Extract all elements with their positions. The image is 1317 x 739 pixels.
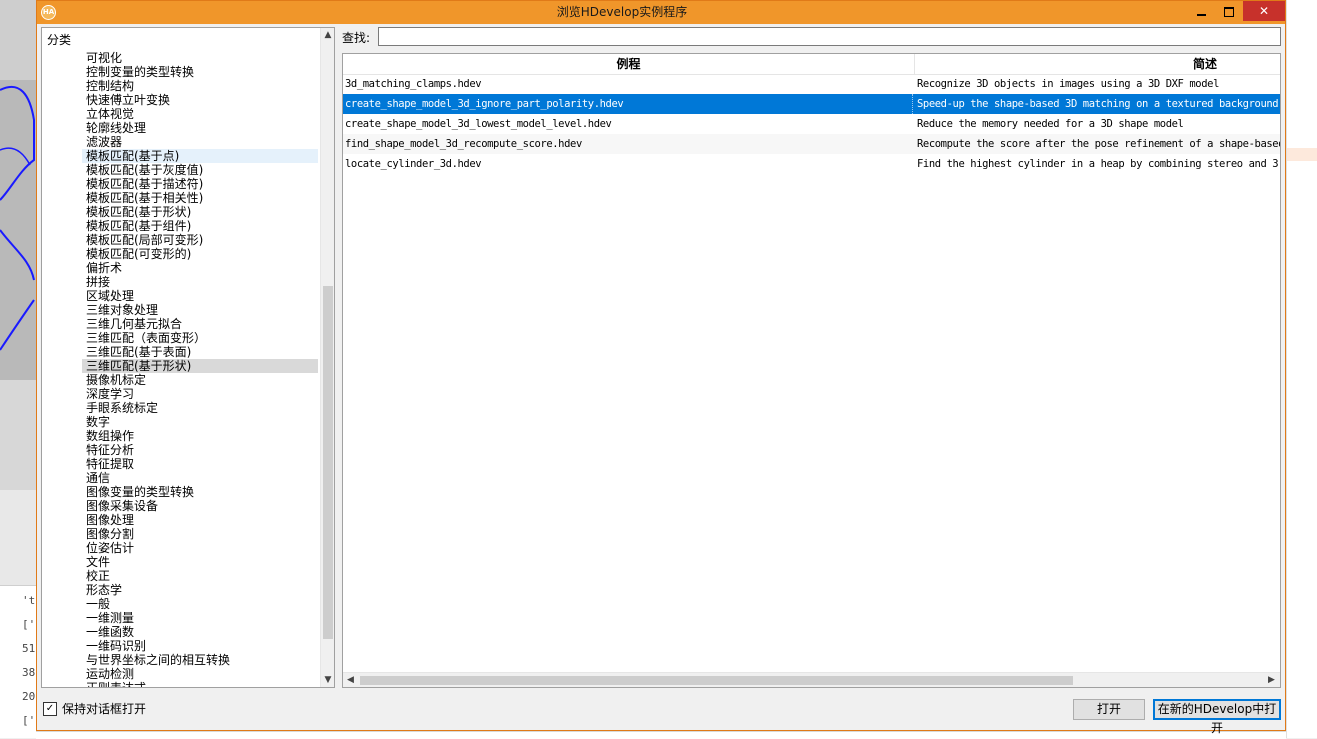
example-file-cell: 3d_matching_clamps.hdev (345, 78, 482, 90)
tree-item[interactable]: 一般 (82, 597, 318, 611)
tree-item[interactable]: 文件 (82, 555, 318, 569)
tree-item[interactable]: 三维匹配(基于形状) (82, 359, 318, 373)
background-window-right (1286, 0, 1317, 738)
category-header: 分类 (47, 33, 72, 47)
tree-item[interactable]: 拼接 (82, 275, 318, 289)
category-list: 可视化 控制变量的类型转换 控制结构 快速傅立叶变换 立体视觉 轮廓线处理 滤波器 模板匹配(… (82, 51, 318, 687)
example-description-cell: Find the highest cylinder in a heap by c… (917, 158, 1279, 170)
close-icon: ✕ (1258, 4, 1270, 18)
category-scrollbar[interactable]: ▲ ▼ (320, 28, 334, 687)
maximize-icon (1224, 6, 1234, 17)
tree-item[interactable]: 一维码识别 (82, 639, 318, 653)
tree-item[interactable]: 一维函数 (82, 625, 318, 639)
examples-table[interactable]: 例程 简述 3d_matching_clamps.hdev Recognize 3… (342, 53, 1281, 688)
example-file-cell: locate_cylinder_3d.hdev (345, 158, 482, 170)
tree-item[interactable]: 图像采集设备 (82, 499, 318, 513)
example-description-cell: Speed-up the shape-based 3D matching on … (917, 98, 1279, 110)
minimize-button[interactable] (1187, 1, 1215, 21)
scroll-down-icon[interactable]: ▼ (321, 673, 334, 687)
open-button[interactable]: 打开 (1073, 699, 1145, 720)
tree-item[interactable]: 控制变量的类型转换 (82, 65, 318, 79)
tree-item[interactable]: 三维对象处理 (82, 303, 318, 317)
scroll-left-icon[interactable]: ◀ (343, 673, 358, 687)
tree-item[interactable]: 三维匹配（表面变形） (82, 331, 318, 345)
example-file-cell: find_shape_model_3d_recompute_score.hdev (345, 138, 582, 150)
table-header: 例程 简述 (343, 54, 1280, 75)
tree-item[interactable]: 控制结构 (82, 79, 318, 93)
table-horizontal-scrollbar[interactable]: ◀ ▶ (343, 672, 1280, 687)
tree-item[interactable]: 模板匹配(可变形的) (82, 247, 318, 261)
tree-item[interactable]: 深度学习 (82, 387, 318, 401)
keep-open-label: 保持对话框打开 (62, 702, 147, 716)
tree-item[interactable]: 通信 (82, 471, 318, 485)
table-row[interactable]: locate_cylinder_3d.hdev Find the highest … (343, 154, 1280, 174)
tree-item[interactable]: 运动检测 (82, 667, 318, 681)
example-description-cell: Recompute the score after the pose refin… (917, 138, 1281, 150)
tree-item[interactable]: 形态学 (82, 583, 318, 597)
tree-item[interactable]: 模板匹配(基于形状) (82, 205, 318, 219)
tree-item[interactable]: 图像处理 (82, 513, 318, 527)
tree-item[interactable]: 摄像机标定 (82, 373, 318, 387)
tree-item[interactable]: 数字 (82, 415, 318, 429)
search-label: 查找: (342, 31, 371, 45)
column-header-description[interactable]: 简述 (915, 54, 1280, 74)
keep-open-option[interactable]: ✓ 保持对话框打开 (41, 700, 146, 718)
tree-item[interactable]: 与世界坐标之间的相互转换 (82, 653, 318, 667)
open-in-new-hdevelop-button[interactable]: 在新的HDevelop中打开 (1153, 699, 1281, 735)
window-title: 浏览HDevelop实例程序 (556, 5, 688, 19)
column-header-example[interactable]: 例程 (343, 54, 915, 74)
background-window-left: 't [' 51 38 20 [' (0, 0, 36, 738)
scrollbar-thumb[interactable] (360, 676, 1073, 685)
tree-item[interactable]: 模板匹配(局部可变形) (82, 233, 318, 247)
tree-item[interactable]: 模板匹配(基于相关性) (82, 191, 318, 205)
table-row[interactable]: create_shape_model_3d_lowest_model_level… (343, 114, 1280, 134)
tree-item[interactable]: 轮廓线处理 (82, 121, 318, 135)
tree-item[interactable]: 偏折术 (82, 261, 318, 275)
close-button[interactable]: ✕ (1243, 1, 1285, 21)
scrollbar-thumb[interactable] (323, 286, 333, 639)
table-row[interactable]: create_shape_model_3d_ignore_part_polari… (343, 94, 1280, 114)
tree-item[interactable]: 区域处理 (82, 289, 318, 303)
background-image-preview (0, 0, 36, 490)
category-tree[interactable]: 分类 可视化 控制变量的类型转换 控制结构 快速傅立叶变换 立体视觉 轮廓线处理 滤波器 模板… (41, 27, 335, 688)
tree-item[interactable]: 校正 (82, 569, 318, 583)
tree-item[interactable]: 手眼系统标定 (82, 401, 318, 415)
browse-examples-dialog: HA 浏览HDevelop实例程序 ✕ 分类 可视化 控制变量的类型转换 控制结构快… (36, 0, 1286, 735)
dialog-content: 分类 可视化 控制变量的类型转换 控制结构 快速傅立叶变换 立体视觉 轮廓线处理 滤波器 模板… (41, 24, 1281, 735)
checkmark-icon: ✓ (45, 702, 55, 714)
search-input[interactable] (378, 27, 1281, 46)
minimize-icon (1196, 13, 1206, 16)
background-console: 't [' 51 38 20 [' (0, 585, 36, 738)
tree-item[interactable]: 模板匹配(基于组件) (82, 219, 318, 233)
tree-item[interactable]: 特征分析 (82, 443, 318, 457)
tree-item[interactable]: 位姿估计 (82, 541, 318, 555)
maximize-button[interactable] (1215, 1, 1243, 21)
tree-item[interactable]: 图像分割 (82, 527, 318, 541)
contour-overlay (0, 0, 36, 490)
scroll-up-icon[interactable]: ▲ (321, 28, 334, 42)
example-description-cell: Recognize 3D objects in images using a 3… (917, 78, 1219, 90)
tree-item[interactable]: 滤波器 (82, 135, 318, 149)
scroll-right-icon[interactable]: ▶ (1264, 673, 1279, 687)
title-bar[interactable]: HA 浏览HDevelop实例程序 ✕ (37, 1, 1285, 24)
example-file-cell: create_shape_model_3d_ignore_part_polari… (345, 94, 913, 114)
tree-item[interactable]: 三维几何基元拟合 (82, 317, 318, 331)
tree-item[interactable]: 立体视觉 (82, 107, 318, 121)
table-row[interactable]: 3d_matching_clamps.hdev Recognize 3D obje… (343, 74, 1280, 94)
table-row[interactable]: find_shape_model_3d_recompute_score.hdev… (343, 134, 1281, 154)
tree-item[interactable]: 正则表达式 (82, 681, 318, 687)
tree-item[interactable]: 模板匹配(基于描述符) (82, 177, 318, 191)
tree-item[interactable]: 可视化 (82, 51, 318, 65)
keep-open-checkbox[interactable]: ✓ (43, 701, 57, 716)
example-description-cell: Reduce the memory needed for a 3D shape … (917, 118, 1184, 130)
tree-item[interactable]: 模板匹配(基于灰度值) (82, 163, 318, 177)
tree-item[interactable]: 一维测量 (82, 611, 318, 625)
tree-item[interactable]: 图像变量的类型转换 (82, 485, 318, 499)
example-file-cell: create_shape_model_3d_lowest_model_level… (345, 118, 612, 130)
tree-item[interactable]: 三维匹配(基于表面) (82, 345, 318, 359)
tree-item[interactable]: 模板匹配(基于点) (82, 149, 318, 163)
tree-item[interactable]: 数组操作 (82, 429, 318, 443)
tree-item[interactable]: 快速傅立叶变换 (82, 93, 318, 107)
tree-item[interactable]: 特征提取 (82, 457, 318, 471)
